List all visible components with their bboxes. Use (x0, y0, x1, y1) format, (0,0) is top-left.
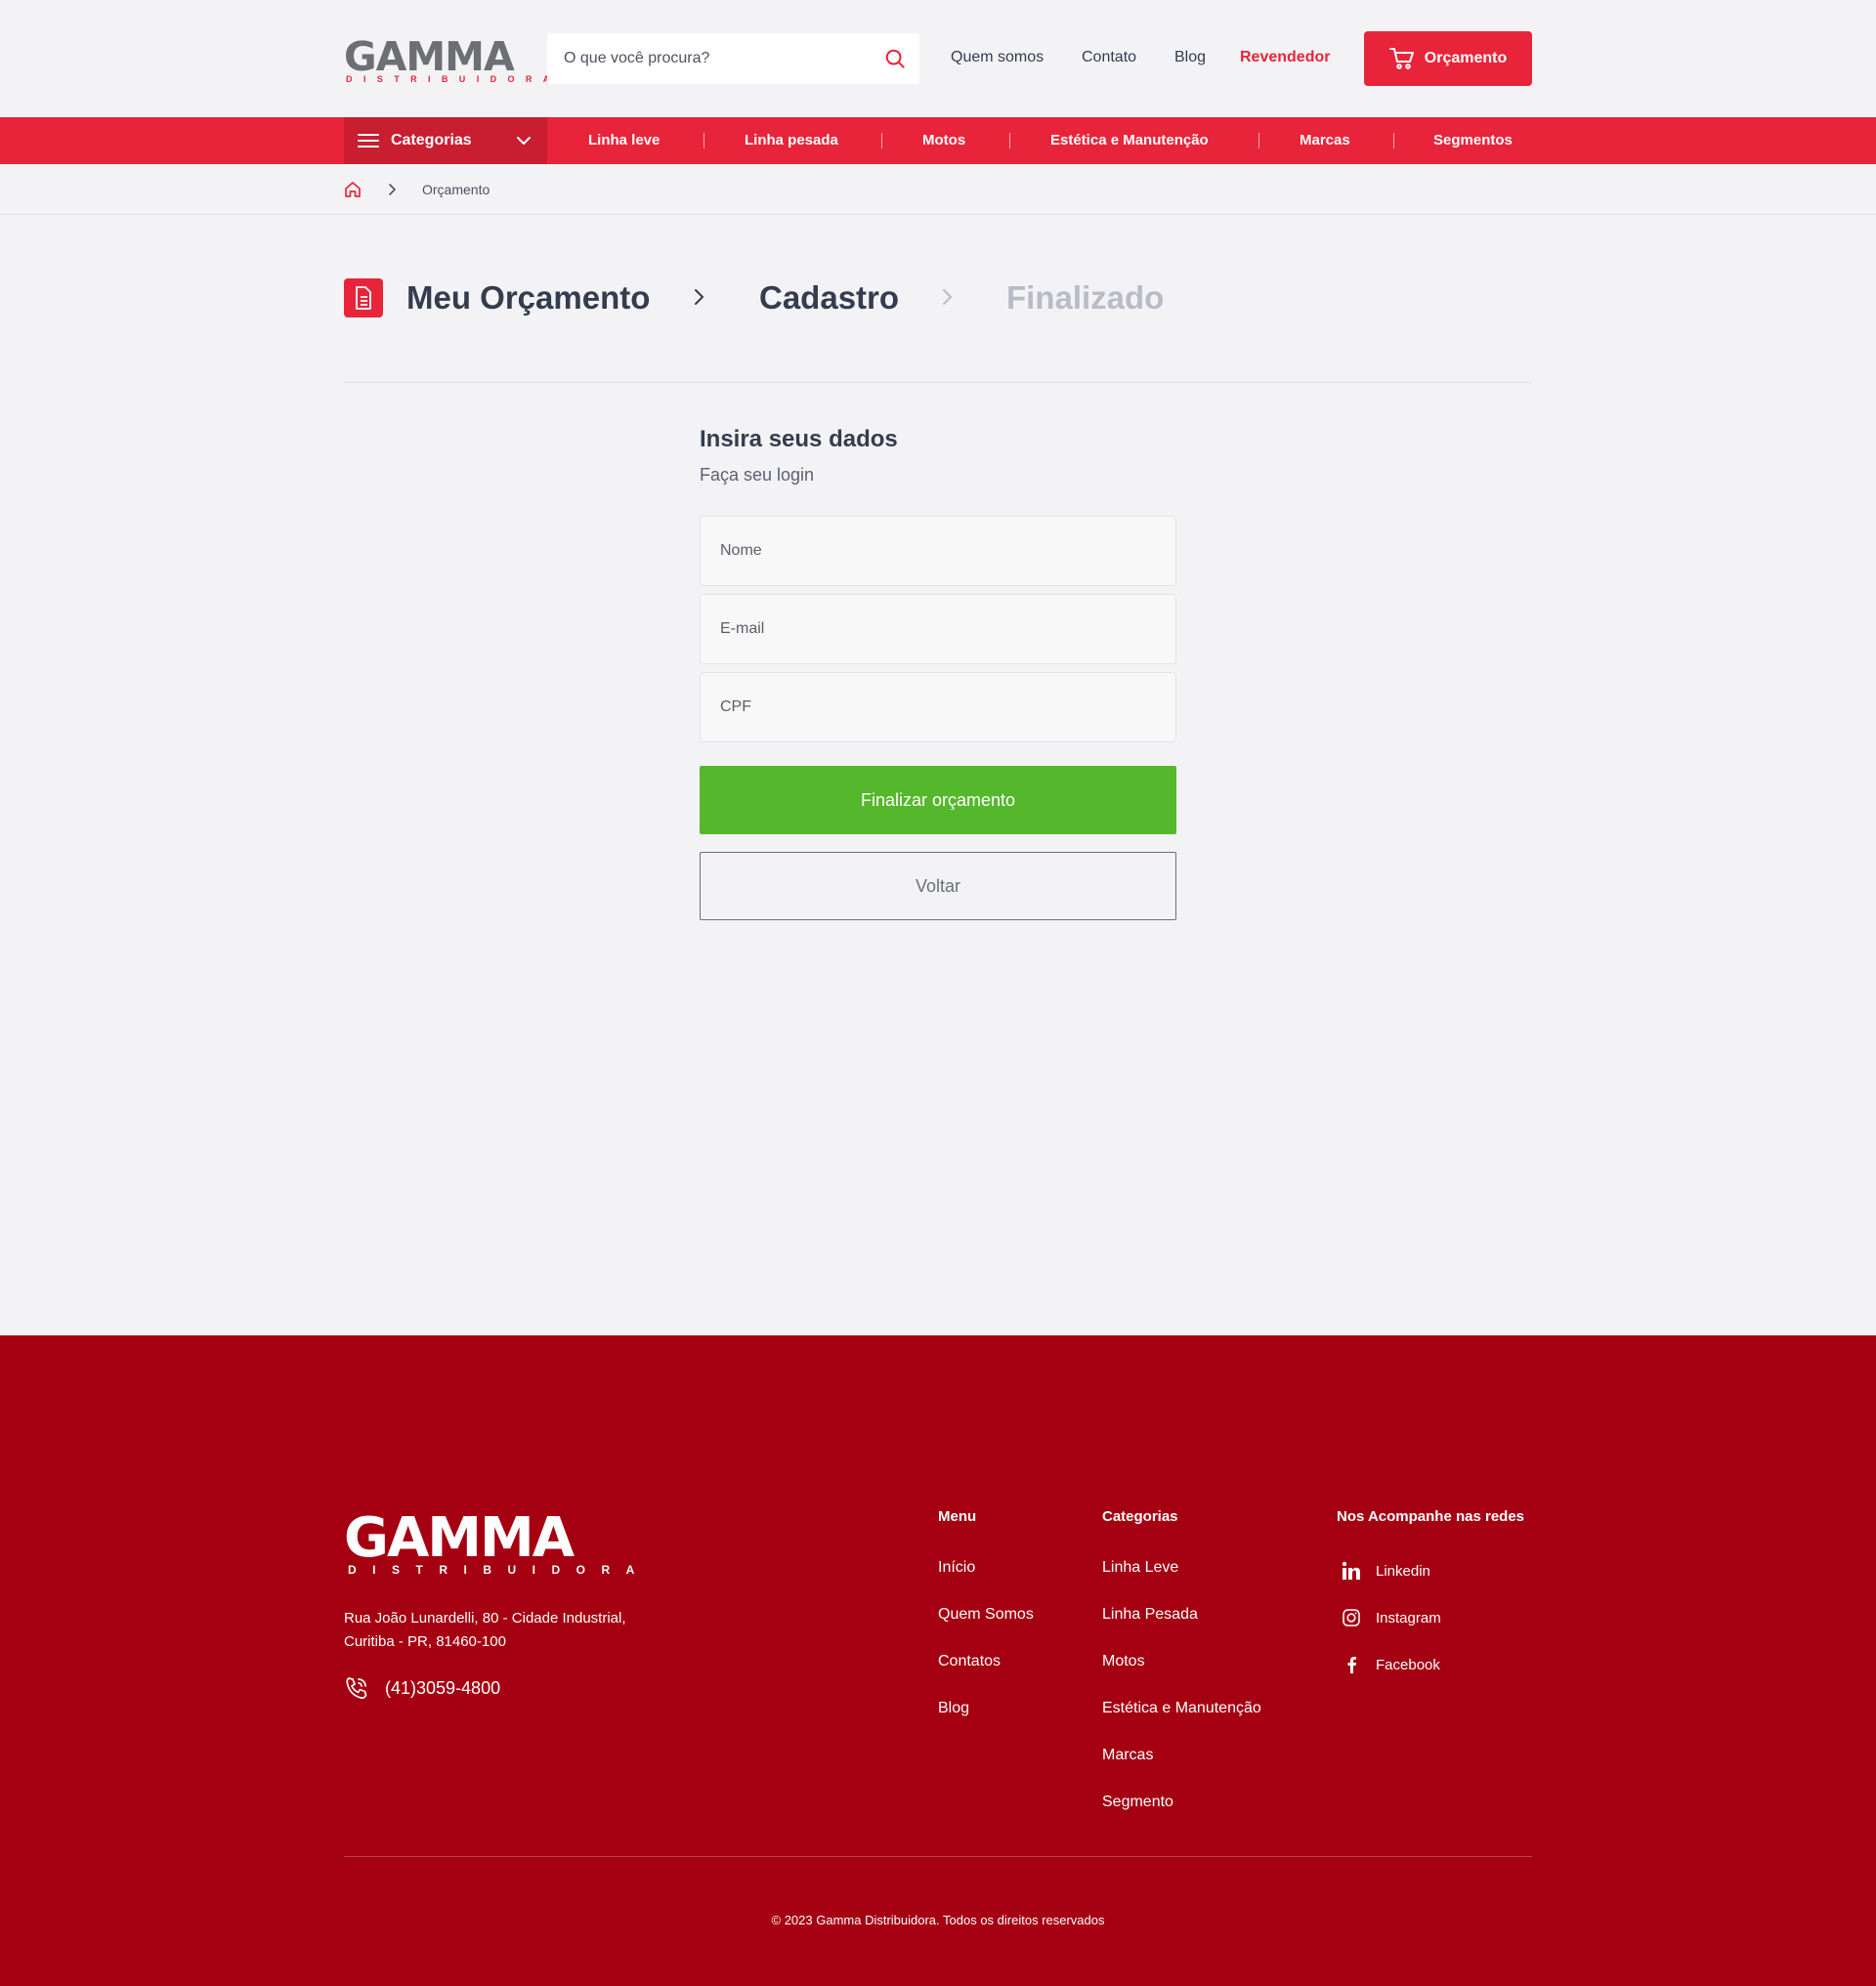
breadcrumb: Orçamento (0, 164, 1876, 215)
categories-label: Categorias (391, 132, 472, 148)
separator (1393, 133, 1394, 148)
chevron-right-icon (943, 289, 953, 305)
footer-link-blog[interactable]: Blog (938, 1700, 969, 1717)
address-line: Curitiba - PR, 81460-100 (344, 1633, 506, 1650)
footer-link-inicio[interactable]: Início (938, 1559, 975, 1577)
footer-link-quem-somos[interactable]: Quem Somos (938, 1606, 1034, 1624)
chevron-down-icon (517, 137, 531, 145)
nav-revendedor[interactable]: Revendedor (1240, 49, 1330, 66)
footer-category-segmento[interactable]: Segmento (1102, 1794, 1173, 1811)
footer-divider (344, 1856, 1532, 1857)
footer-link-contatos[interactable]: Contatos (938, 1653, 1001, 1670)
step-meu-orcamento: Meu Orçamento (406, 279, 651, 316)
category-segmentos[interactable]: Segmentos (1433, 132, 1513, 148)
category-linha-pesada[interactable]: Linha pesada (745, 132, 838, 148)
step-finalizado: Finalizado (1006, 279, 1165, 316)
phone-icon (346, 1677, 367, 1699)
home-icon[interactable] (344, 181, 362, 198)
breadcrumb-current: Orçamento (422, 182, 490, 197)
facebook-icon (1341, 1654, 1362, 1675)
linkedin-icon (1341, 1560, 1362, 1582)
nav-blog[interactable]: Blog (1174, 49, 1206, 66)
finalizar-orcamento-button[interactable]: Finalizar orçamento (700, 766, 1176, 834)
footer-category-estetica[interactable]: Estética e Manutenção (1102, 1700, 1261, 1717)
chevron-right-icon (695, 289, 704, 305)
footer-logo[interactable]: GAMMA DISTRIBUIDORA (344, 1506, 651, 1578)
nav-quem-somos[interactable]: Quem somos (951, 49, 1044, 66)
orcamento-button-label: Orçamento (1424, 50, 1508, 66)
category-linha-leve[interactable]: Linha leve (588, 132, 660, 148)
nav-contato[interactable]: Contato (1082, 49, 1136, 66)
logo-subtitle: DISTRIBUIDORA (346, 74, 561, 84)
copyright: © 2023 Gamma Distribuidora. Todos os dir… (771, 1913, 1105, 1927)
separator (881, 133, 882, 148)
search-box (547, 33, 919, 84)
divider (344, 382, 1532, 383)
step-cadastro: Cadastro (759, 279, 900, 316)
footer-address: Rua João Lunardelli, 80 - Cidade Industr… (344, 1607, 666, 1654)
footer-category-marcas[interactable]: Marcas (1102, 1747, 1153, 1764)
instagram-icon (1341, 1607, 1362, 1628)
category-motos[interactable]: Motos (922, 132, 965, 148)
voltar-button[interactable]: Voltar (700, 852, 1176, 920)
separator (1009, 133, 1010, 148)
social-label: Linkedin (1376, 1562, 1430, 1580)
form-title: Insira seus dados (700, 426, 898, 452)
footer-phone[interactable]: (41)3059-4800 (344, 1675, 500, 1701)
footer-categories-title: Categorias (1102, 1508, 1178, 1525)
categories-dropdown[interactable]: Categorias (344, 117, 547, 164)
document-icon (344, 278, 383, 317)
separator (1258, 133, 1259, 148)
footer-logo-subtitle: DISTRIBUIDORA (348, 1563, 651, 1577)
social-instagram[interactable]: Instagram (1341, 1607, 1441, 1628)
cart-icon (1388, 48, 1414, 69)
chevron-right-icon (389, 184, 397, 195)
footer-menu-title: Menu (938, 1508, 977, 1525)
email-field[interactable] (700, 594, 1176, 664)
footer-logo-word: GAMMA (344, 1506, 575, 1570)
site-footer: GAMMA DISTRIBUIDORA Rua João Lunardelli,… (0, 1335, 1876, 1986)
orcamento-button[interactable]: Orçamento (1364, 31, 1532, 86)
search-input[interactable] (547, 33, 870, 84)
address-line: Rua João Lunardelli, 80 - Cidade Industr… (344, 1610, 626, 1627)
name-field[interactable] (700, 516, 1176, 586)
logo[interactable]: GAMMA DISTRIBUIDORA (344, 33, 549, 85)
social-facebook[interactable]: Facebook (1341, 1654, 1440, 1675)
social-linkedin[interactable]: Linkedin (1341, 1560, 1430, 1582)
search-icon[interactable] (884, 48, 906, 69)
form-subtitle: Faça seu login (700, 465, 815, 485)
footer-category-linha-leve[interactable]: Linha Leve (1102, 1559, 1178, 1577)
category-marcas[interactable]: Marcas (1300, 132, 1350, 148)
category-estetica-manutencao[interactable]: Estética e Manutenção (1050, 132, 1209, 148)
category-bar: Categorias Linha leve Linha pesada Motos… (0, 117, 1876, 164)
phone-number: (41)3059-4800 (385, 1677, 501, 1698)
cpf-field[interactable] (700, 672, 1176, 742)
footer-category-linha-pesada[interactable]: Linha Pesada (1102, 1606, 1198, 1624)
site-header: GAMMA DISTRIBUIDORA Quem somos Contato B… (0, 0, 1876, 117)
logo-word: GAMMA (344, 33, 515, 80)
menu-icon (358, 134, 379, 148)
footer-social-title: Nos Acompanhe nas redes (1337, 1508, 1525, 1525)
social-label: Instagram (1376, 1609, 1441, 1627)
footer-category-motos[interactable]: Motos (1102, 1653, 1145, 1670)
social-label: Facebook (1376, 1656, 1440, 1673)
